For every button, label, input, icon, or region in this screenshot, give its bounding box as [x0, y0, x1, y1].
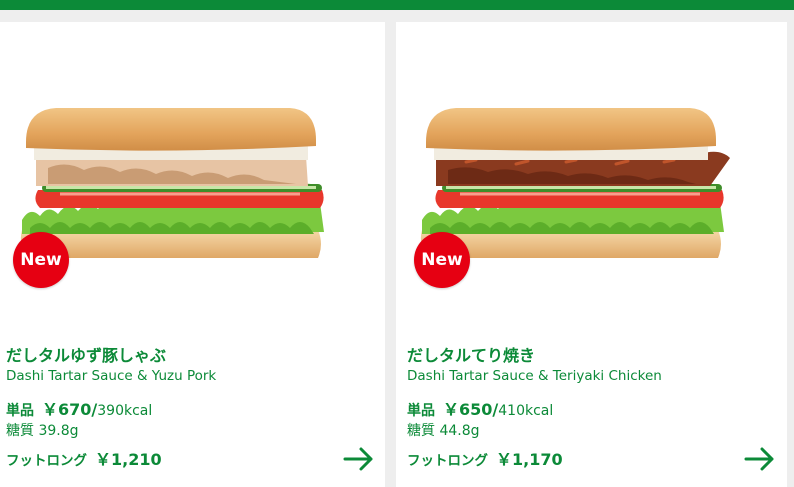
footlong-price: ￥1,210 [95, 450, 162, 469]
product-card[interactable]: New だしタルてり焼き Dashi Tartar Sauce & Teriya… [396, 22, 787, 487]
product-name-jp[interactable]: だしタルゆず豚しゃぶ [6, 342, 166, 366]
product-name-en[interactable]: Dashi Tartar Sauce & Teriyaki Chicken [407, 368, 662, 384]
carbs-info: 糖質 39.8g [6, 423, 79, 439]
calories: 410kcal [498, 403, 554, 419]
header-bar [0, 0, 794, 10]
price-row: 単品 ￥650/ 410kcal [407, 396, 553, 420]
footlong-row: フットロング ￥1,170 [407, 446, 563, 470]
price-value: ￥650/ [443, 400, 499, 419]
new-badge: New [414, 232, 470, 288]
product-name-en[interactable]: Dashi Tartar Sauce & Yuzu Pork [6, 368, 216, 384]
carbs-info: 糖質 44.8g [407, 423, 480, 439]
footlong-price: ￥1,170 [496, 450, 563, 469]
price-row: 単品 ￥670/ 390kcal [6, 396, 152, 420]
price-value: ￥670/ [42, 400, 98, 419]
arrow-right-icon[interactable] [744, 446, 776, 472]
page-gutter [787, 10, 794, 487]
price-label: 単品 [6, 403, 34, 419]
price-label: 単品 [407, 403, 435, 419]
product-name-jp[interactable]: だしタルてり焼き [407, 342, 535, 366]
product-card[interactable]: New だしタルゆず豚しゃぶ Dashi Tartar Sauce & Yuzu… [0, 22, 385, 487]
calories: 390kcal [97, 403, 153, 419]
footlong-label: フットロング [407, 453, 488, 469]
footlong-label: フットロング [6, 453, 87, 469]
arrow-right-icon[interactable] [343, 446, 375, 472]
footlong-row: フットロング ￥1,210 [6, 446, 162, 470]
new-badge: New [13, 232, 69, 288]
